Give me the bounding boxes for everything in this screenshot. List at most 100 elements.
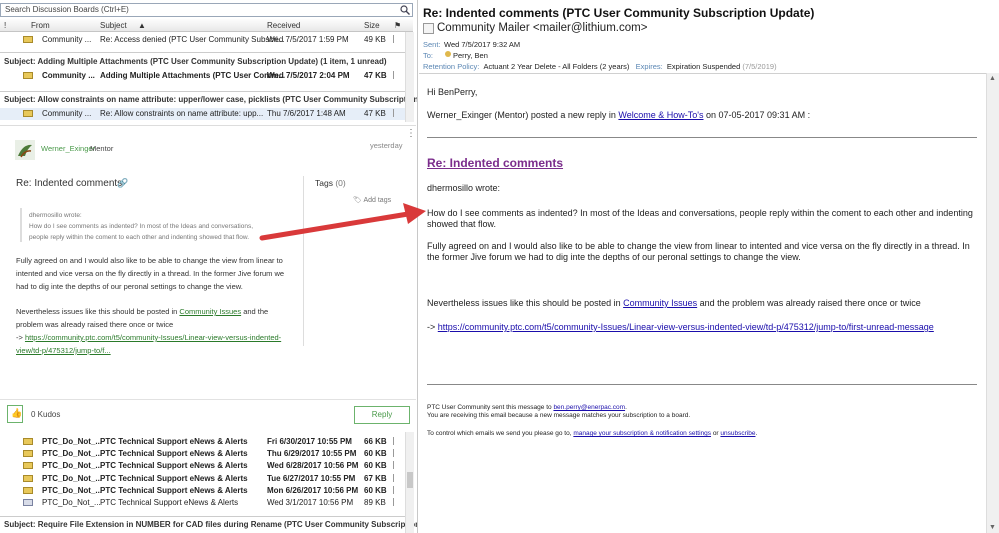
post-paragraph: Nevertheless issues like this should be … [16, 307, 282, 357]
attachment-column-icon[interactable]: ! [4, 21, 6, 30]
email-sender[interactable]: Community Mailer <mailer@lithium.com> [437, 22, 647, 34]
scrollbar-thumb[interactable] [407, 472, 413, 488]
column-from[interactable]: From [31, 21, 50, 30]
message-row[interactable]: PTC_Do_Not_... PTC Technical Support eNew… [0, 497, 405, 509]
row-size: 66 KB [364, 437, 387, 446]
row-size: 49 KB [364, 35, 386, 44]
kudo-button[interactable]: 👍 [7, 405, 23, 423]
flag-icon[interactable] [393, 449, 401, 458]
divider [0, 516, 405, 517]
to-row: To: [423, 51, 434, 60]
list-scrollbar[interactable] [405, 432, 414, 533]
search-placeholder[interactable]: Search Discussion Boards (Ctrl+E) [5, 5, 129, 14]
quote-bar [20, 208, 22, 242]
row-subject: PTC Technical Support eNews & Alerts [100, 449, 248, 459]
reply-paragraph: Fully agreed on and I would also like to… [427, 241, 970, 262]
flag-column-icon[interactable]: ⚑ [394, 21, 401, 30]
contact-icon [445, 51, 451, 57]
annotation-arrow [259, 203, 426, 241]
column-received[interactable]: Received [267, 21, 300, 30]
group-header[interactable]: Subject: Allow constraints on name attri… [4, 95, 417, 104]
message-row-selected[interactable]: Community ... Re: Allow constraints on n… [0, 108, 405, 120]
envelope-icon [23, 486, 33, 494]
community-issues-link[interactable]: Community Issues [623, 298, 697, 308]
flag-icon[interactable] [393, 498, 401, 506]
row-received: Fri 6/30/2017 10:55 PM [267, 437, 352, 446]
forum-post-preview: ⋮ Werner_Exinger Mentor yesterday Re: In… [0, 125, 416, 431]
flag-icon[interactable] [393, 461, 401, 470]
intro-line: Werner_Exinger (Mentor) posted a new rep… [427, 110, 811, 120]
sent-date: Wed 7/5/2017 9:32 AM [444, 40, 521, 49]
row-from: Community ... [42, 71, 95, 80]
message-row[interactable]: Community ... Re: Access denied (PTC Use… [0, 34, 405, 46]
message-row[interactable]: PTC_Do_Not_... PTC Technical Support eNew… [0, 473, 405, 485]
row-size: 60 KB [364, 485, 387, 495]
flag-icon[interactable] [393, 35, 401, 43]
flag-icon[interactable] [393, 109, 401, 117]
message-row[interactable]: PTC_Do_Not_... PTC Technical Support eNew… [0, 485, 405, 497]
quote-line: How do I see comments as indented? In mo… [29, 223, 254, 230]
row-size: 47 KB [364, 109, 386, 118]
avatar[interactable] [15, 140, 35, 160]
row-from: PTC_Do_Not_... [42, 473, 103, 483]
envelope-icon [23, 474, 33, 482]
reading-pane-scrollbar[interactable]: ▲ ▼ [986, 73, 999, 533]
message-row[interactable]: PTC_Do_Not_... PTC Technical Support eNew… [0, 436, 405, 448]
email-body: Hi BenPerry, Werner_Exinger (Mentor) pos… [419, 73, 986, 533]
flag-icon[interactable] [393, 71, 401, 79]
thread-url-line: -> https://community.ptc.com/t5/communit… [427, 322, 934, 332]
flag-icon[interactable] [393, 473, 401, 482]
group-header[interactable]: Subject: Adding Multiple Attachments (PT… [4, 57, 387, 66]
scroll-up-icon[interactable]: ▲ [989, 75, 996, 82]
row-subject: PTC Technical Support eNews & Alerts [100, 461, 248, 471]
row-received: Mon 6/26/2017 10:56 PM [267, 485, 359, 495]
quote-text: How do I see comments as indented? In mo… [427, 208, 973, 229]
post-title-link[interactable]: Re: Indented comments [427, 156, 563, 170]
unsubscribe-link[interactable]: unsubscribe [720, 430, 755, 437]
column-subject[interactable]: Subject [100, 21, 127, 30]
message-row[interactable]: Community ... Adding Multiple Attachment… [0, 70, 405, 82]
divider [427, 384, 977, 385]
post-author-role: Mentor [90, 144, 114, 153]
row-subject: PTC Technical Support eNews & Alerts [100, 498, 239, 507]
reply-button[interactable]: Reply [354, 406, 410, 424]
group-header[interactable]: Subject: Require File Extension in NUMBE… [4, 520, 417, 529]
divider [427, 137, 977, 138]
row-received: Wed 6/28/2017 10:56 PM [267, 461, 359, 471]
thread-url-link[interactable]: https://community.ptc.com/t5/community-I… [438, 322, 934, 332]
column-header-bar: ! From Subject ▲ Received Size ⚑ [0, 19, 413, 32]
reading-pane: Re: Indented comments (PTC User Communit… [419, 0, 999, 533]
row-subject: Adding Multiple Attachments (PTC User Co… [100, 71, 286, 80]
sort-ascending-icon[interactable]: ▲ [138, 21, 146, 30]
post-author[interactable]: Werner_Exinger [41, 144, 95, 153]
email-address-link[interactable]: ben.perry@enerpac.com [553, 404, 625, 411]
message-row[interactable]: PTC_Do_Not_... PTC Technical Support eNew… [0, 448, 405, 460]
row-from: Community ... [42, 35, 92, 44]
quote-author: dhermosillo wrote: [29, 212, 82, 219]
row-size: 60 KB [364, 461, 387, 471]
search-icon[interactable] [400, 5, 410, 15]
sender-checkbox[interactable] [423, 23, 434, 34]
column-size[interactable]: Size [364, 21, 380, 30]
flag-icon[interactable] [393, 485, 401, 494]
manage-subscription-link[interactable]: manage your subscription & notification … [573, 430, 711, 437]
post-title: Re: Indented comments [16, 178, 123, 189]
thread-link[interactable]: view/td-p/475312/jump-to/f... [16, 344, 281, 357]
message-row[interactable]: PTC_Do_Not_... PTC Technical Support eNew… [0, 460, 405, 472]
quote-line: people reply within the coment to each o… [29, 234, 250, 241]
thread-link[interactable]: https://community.ptc.com/t5/community-I… [25, 333, 281, 342]
sent-row: Sent: [423, 40, 441, 49]
flag-icon[interactable] [393, 437, 401, 445]
row-size: 60 KB [364, 449, 387, 459]
scroll-down-icon[interactable]: ▼ [989, 524, 996, 531]
welcome-howto-link[interactable]: Welcome & How-To's [618, 110, 703, 120]
reply-paragraph: Nevertheless issues like this should be … [427, 298, 921, 308]
search-box[interactable]: Search Discussion Boards (Ctrl+E) [0, 3, 413, 17]
recipient[interactable]: Perry, Ben [453, 51, 488, 60]
more-options-icon[interactable]: ⋮ [406, 128, 416, 139]
tags-label: Tags (0) [315, 178, 346, 188]
opened-envelope-icon [23, 499, 33, 506]
kudos-count: 0 Kudos [31, 410, 61, 419]
list-scrollbar[interactable] [405, 32, 414, 122]
community-issues-link[interactable]: Community Issues [179, 307, 241, 316]
